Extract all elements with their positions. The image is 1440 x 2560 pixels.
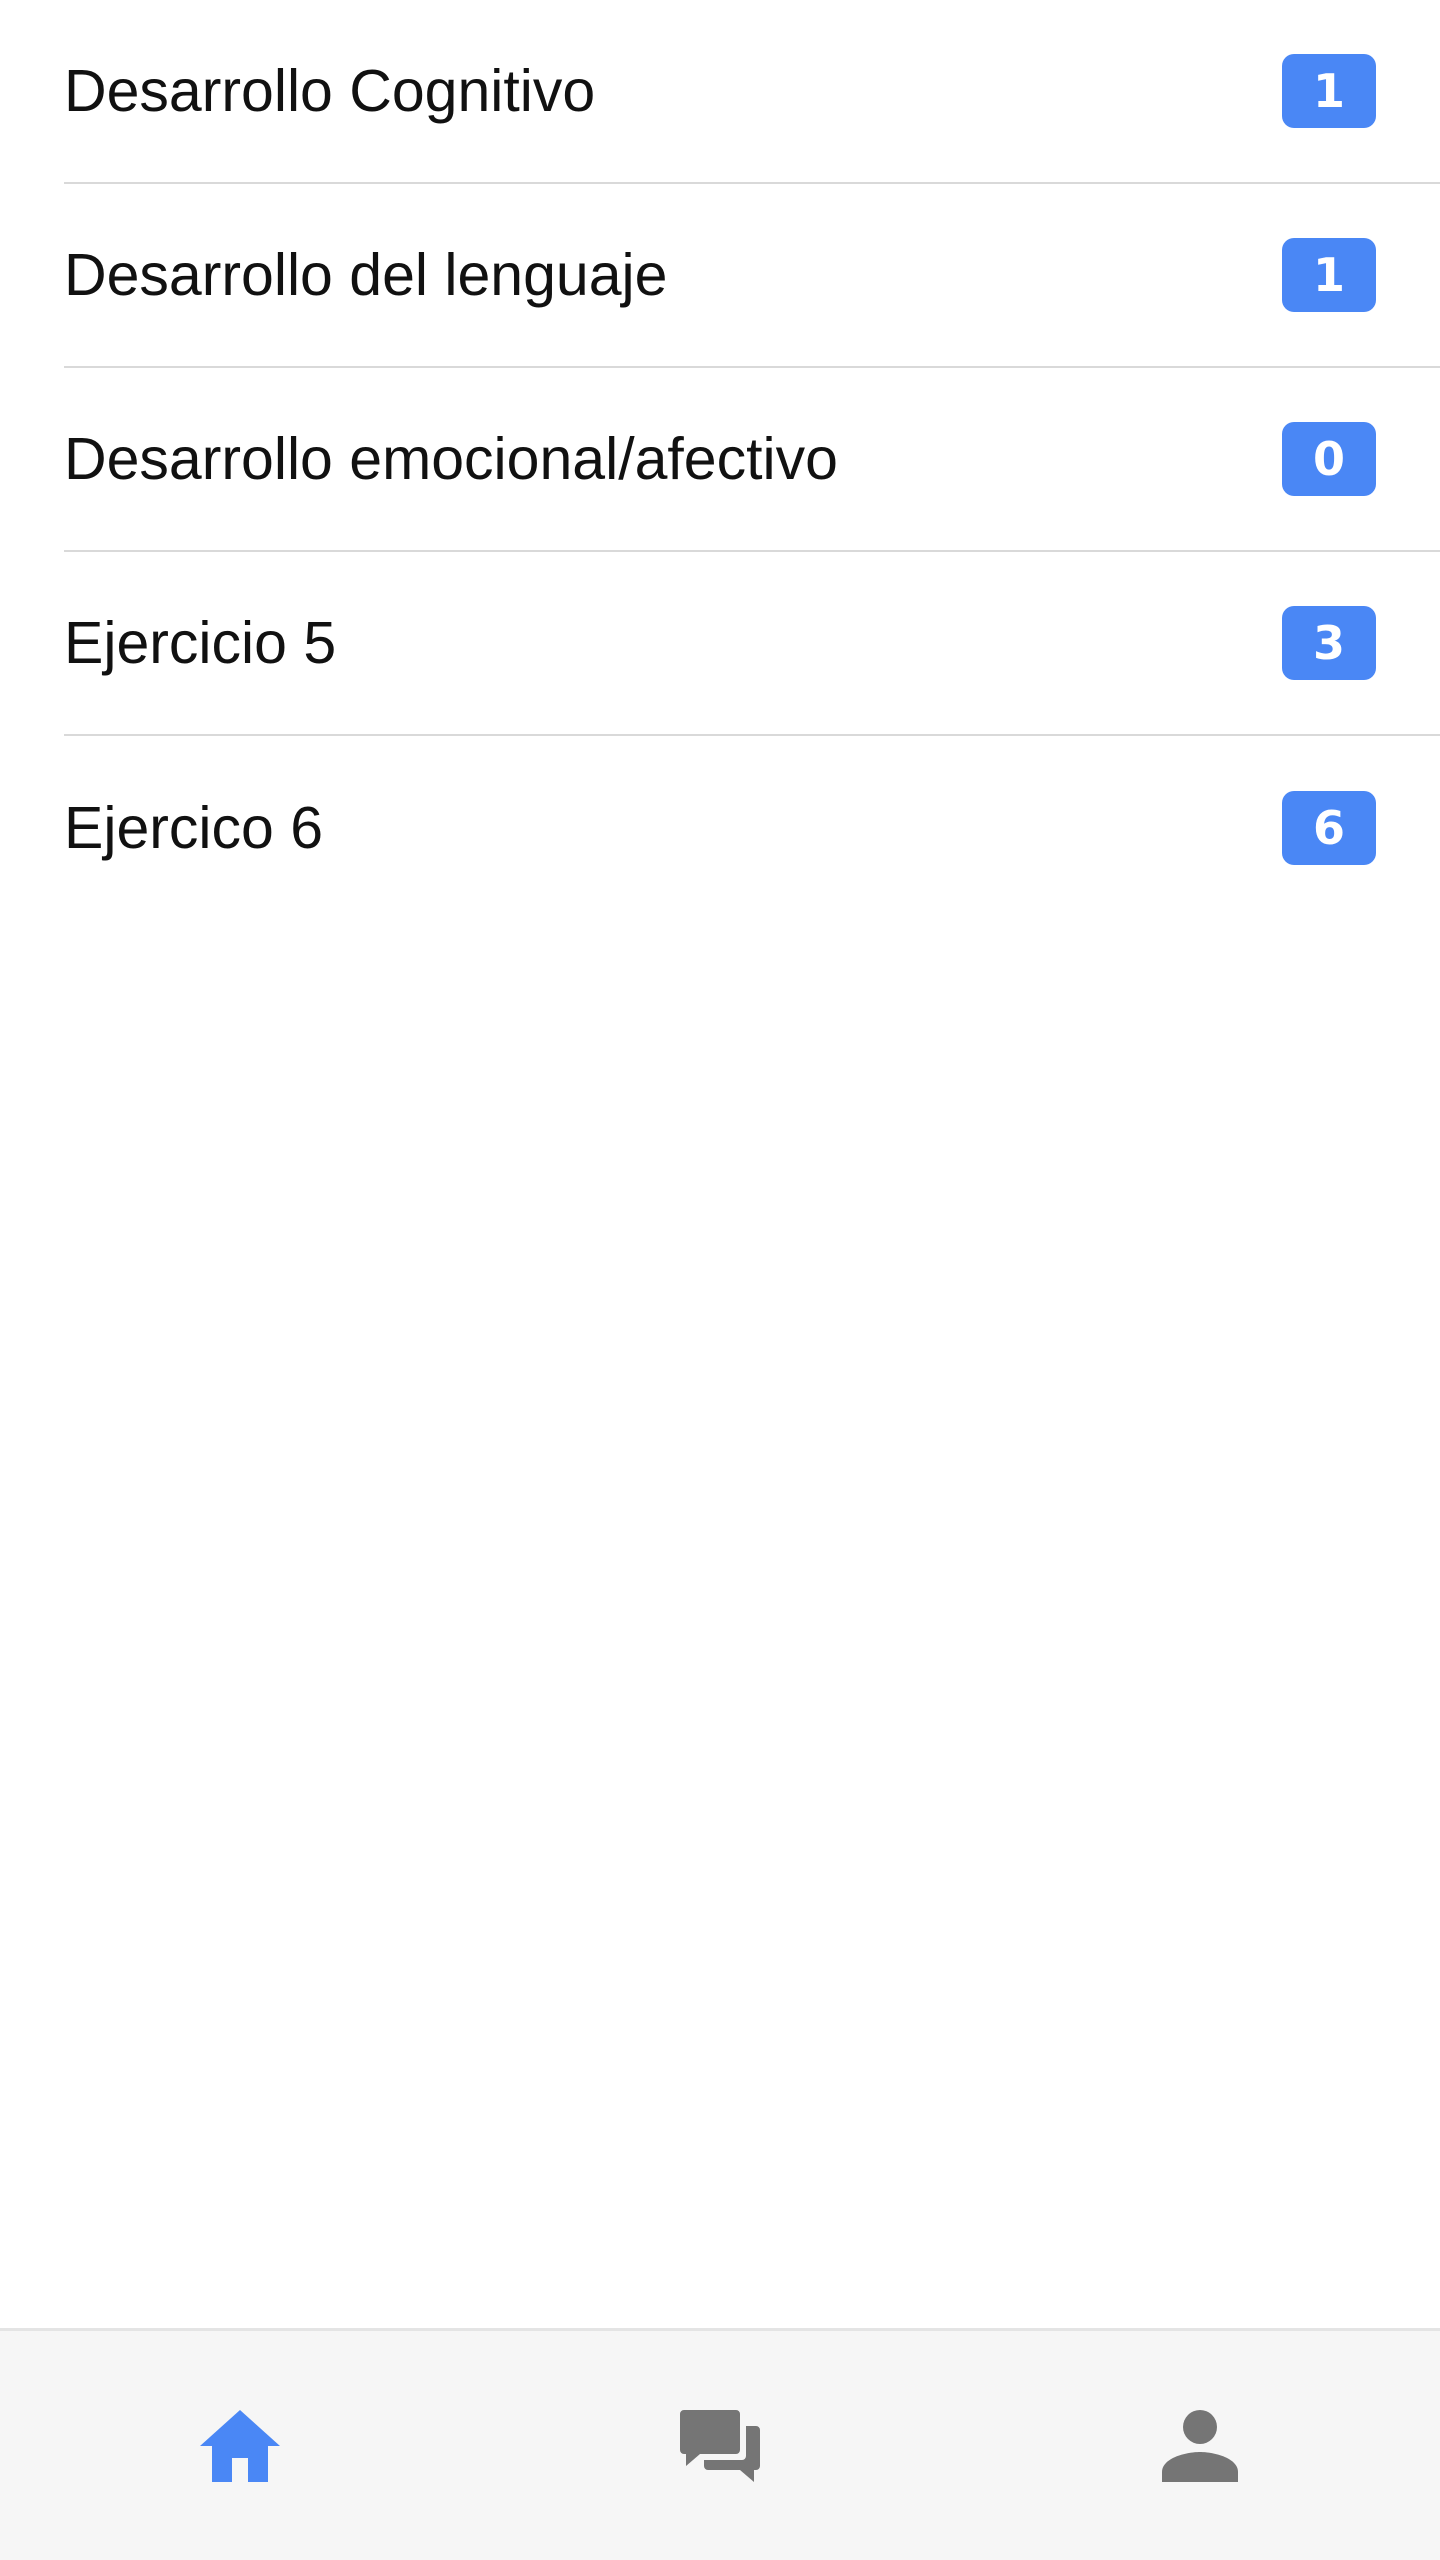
count-badge: 0: [1282, 422, 1376, 496]
list-item[interactable]: Ejercico 6 6: [64, 736, 1440, 920]
list-item[interactable]: Ejercicio 5 3: [64, 552, 1440, 736]
bottom-tab-bar: [0, 2328, 1440, 2560]
count-badge: 1: [1282, 238, 1376, 312]
home-icon: [200, 2409, 280, 2482]
count-badge: 6: [1282, 791, 1376, 865]
tab-profile[interactable]: [960, 2331, 1440, 2560]
category-list: Desarrollo Cognitivo 1 Desarrollo del le…: [0, 0, 1440, 920]
list-item-label: Desarrollo Cognitivo: [64, 58, 596, 124]
list-item-label: Desarrollo del lenguaje: [64, 242, 668, 308]
chat-icon: [680, 2409, 760, 2482]
person-icon: [1162, 2409, 1238, 2482]
tab-messages[interactable]: [480, 2331, 960, 2560]
count-badge: 3: [1282, 606, 1376, 680]
list-item[interactable]: Desarrollo emocional/afectivo 0: [64, 368, 1440, 552]
list-item-label: Desarrollo emocional/afectivo: [64, 426, 838, 492]
list-item-label: Ejercico 6: [64, 795, 324, 861]
count-badge: 1: [1282, 54, 1376, 128]
tab-home[interactable]: [0, 2331, 480, 2560]
screen: Desarrollo Cognitivo 1 Desarrollo del le…: [0, 0, 1440, 2560]
list-item-label: Ejercicio 5: [64, 610, 337, 676]
list-item[interactable]: Desarrollo Cognitivo 1: [64, 0, 1440, 184]
list-item[interactable]: Desarrollo del lenguaje 1: [64, 184, 1440, 368]
